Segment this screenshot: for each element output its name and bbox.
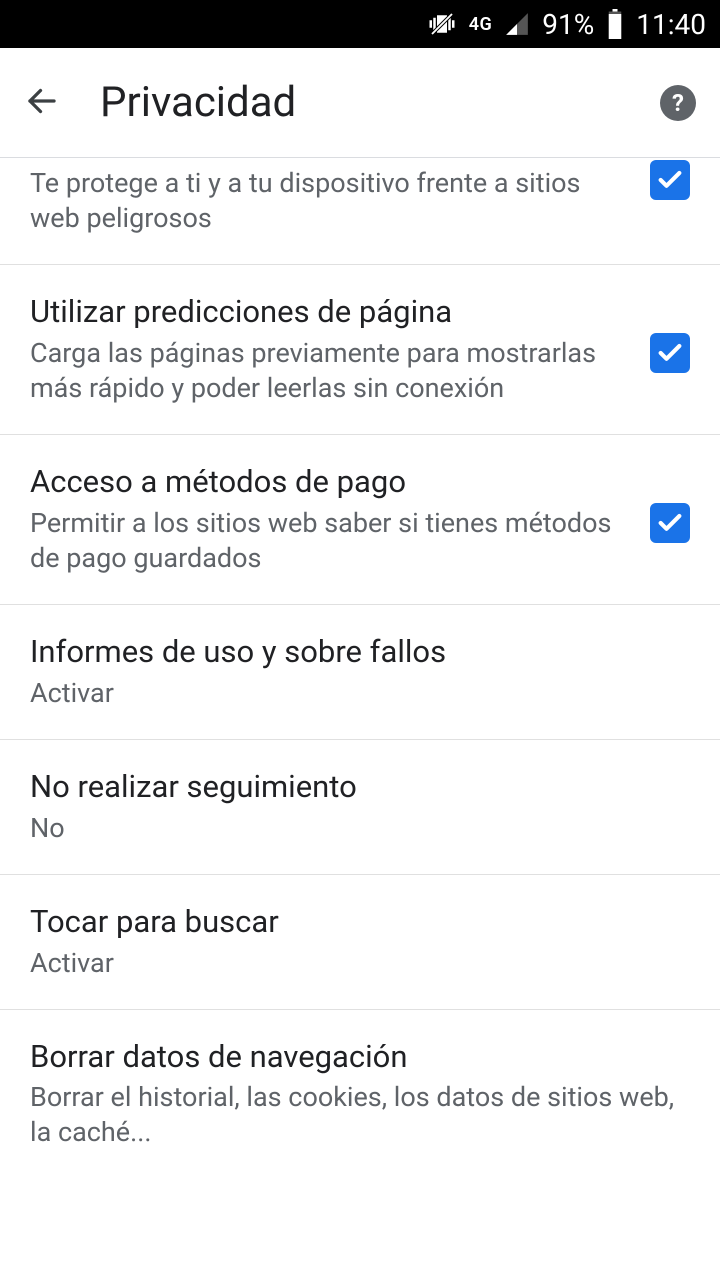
setting-page-predictions[interactable]: Utilizar predicciones de página Carga la…	[0, 265, 720, 435]
setting-desc: Carga las páginas previamente para mostr…	[30, 336, 626, 406]
setting-title: Informes de uso y sobre fallos	[30, 633, 690, 672]
page-title: Privacidad	[100, 78, 620, 127]
setting-desc: Permitir a los sitios web saber si tiene…	[30, 506, 626, 576]
checkbox-icon[interactable]	[650, 333, 690, 373]
setting-title: Borrar datos de navegación	[30, 1038, 690, 1077]
setting-title: Utilizar predicciones de página	[30, 293, 626, 332]
signal-icon	[504, 11, 530, 37]
setting-payment-access[interactable]: Acceso a métodos de pago Permitir a los …	[0, 435, 720, 605]
checkbox-icon[interactable]	[650, 503, 690, 543]
setting-desc: Borrar el historial, las cookies, los da…	[30, 1080, 690, 1150]
setting-desc: Activar	[30, 676, 690, 711]
setting-clear-browsing-data[interactable]: Borrar datos de navegación Borrar el his…	[0, 1010, 720, 1179]
vibrate-mute-icon	[427, 9, 457, 39]
setting-desc: Activar	[30, 946, 690, 981]
back-icon[interactable]	[24, 83, 60, 123]
clock: 11:40	[636, 8, 706, 41]
setting-title: Tocar para buscar	[30, 903, 690, 942]
battery-icon	[606, 9, 624, 39]
setting-do-not-track[interactable]: No realizar seguimiento No	[0, 740, 720, 875]
checkbox-icon[interactable]	[650, 160, 690, 200]
setting-title: No realizar seguimiento	[30, 768, 690, 807]
setting-touch-to-search[interactable]: Tocar para buscar Activar	[0, 875, 720, 1010]
network-type: 4G	[469, 14, 493, 35]
app-header: Privacidad ?	[0, 48, 720, 158]
settings-list: Te protege a ti y a tu dispositivo frent…	[0, 158, 720, 1179]
battery-percent: 91%	[542, 8, 594, 41]
help-icon[interactable]: ?	[660, 85, 696, 121]
status-bar: 4G 91% 11:40	[0, 0, 720, 48]
setting-title: Acceso a métodos de pago	[30, 463, 626, 502]
setting-usage-reports[interactable]: Informes de uso y sobre fallos Activar	[0, 605, 720, 740]
setting-desc: Te protege a ti y a tu dispositivo frent…	[30, 166, 626, 236]
setting-safe-browsing[interactable]: Te protege a ti y a tu dispositivo frent…	[0, 158, 720, 265]
setting-desc: No	[30, 811, 690, 846]
